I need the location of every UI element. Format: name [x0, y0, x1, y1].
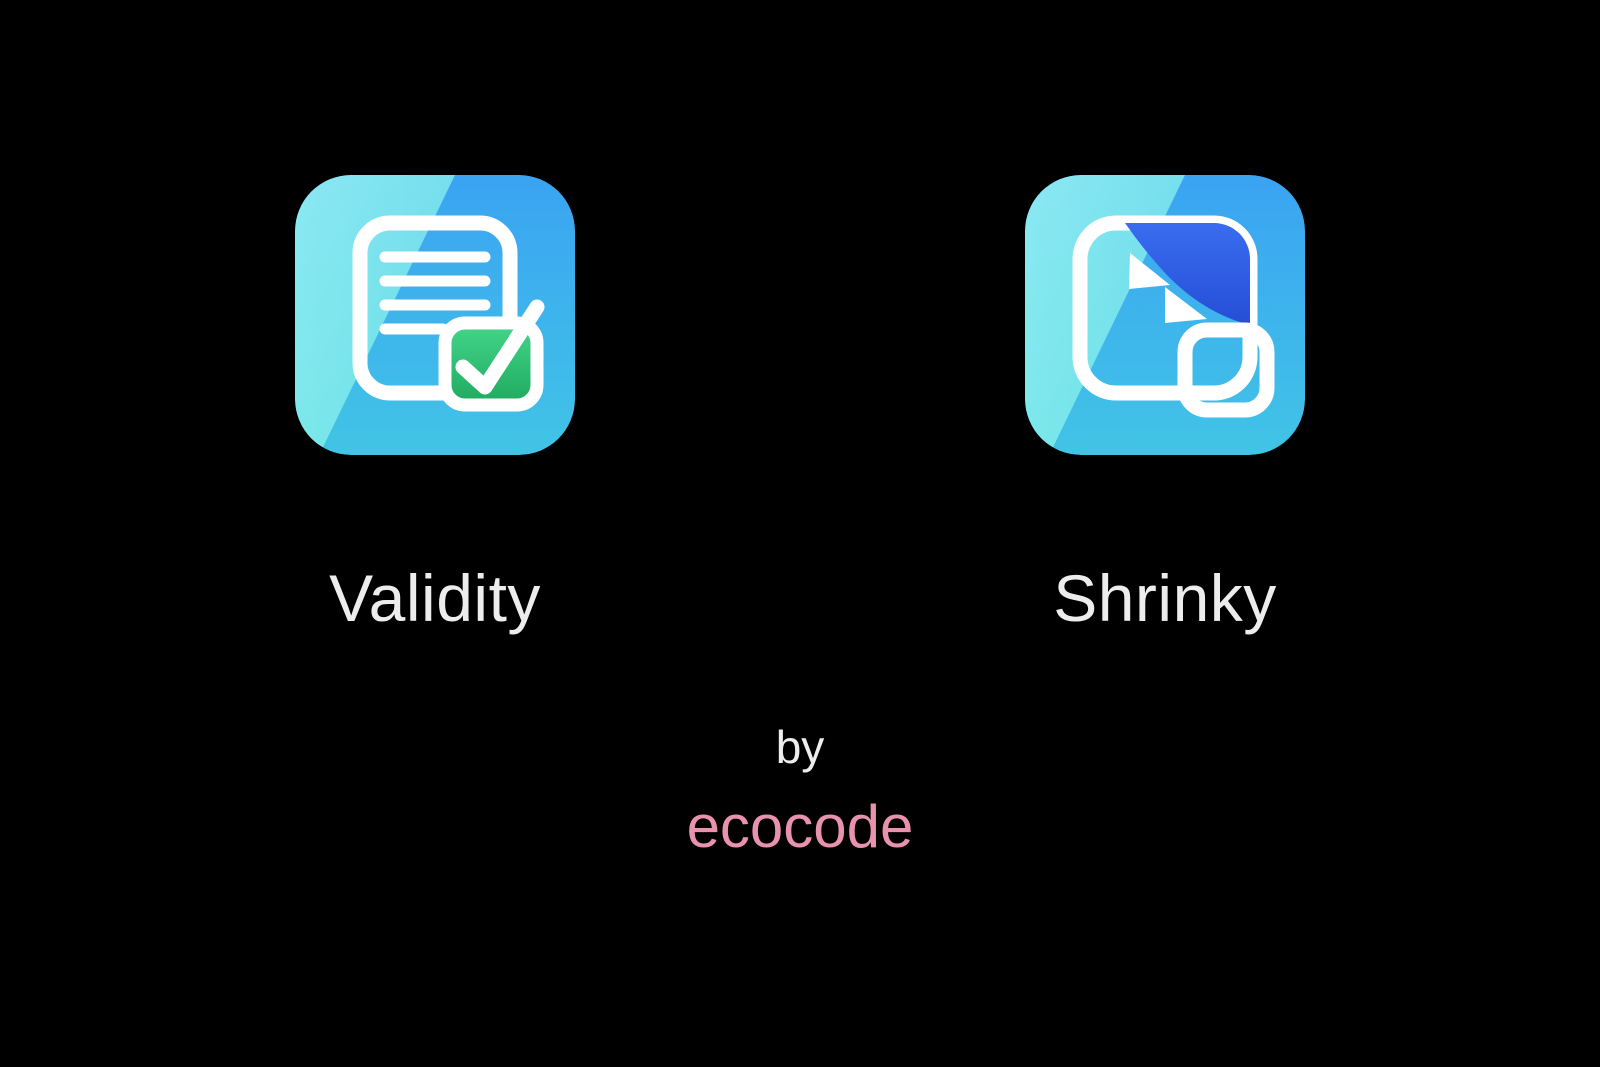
app-card-validity: Validity: [285, 175, 585, 636]
credit-block: by ecocode: [0, 720, 1600, 861]
credit-by: by: [0, 720, 1600, 774]
shrinky-icon: [1025, 175, 1305, 455]
app-label-validity: Validity: [329, 560, 541, 636]
credit-name: ecocode: [0, 792, 1600, 861]
app-card-shrinky: Shrinky: [1015, 175, 1315, 636]
validity-icon: [295, 175, 575, 455]
apps-row: Validity: [0, 175, 1600, 636]
app-label-shrinky: Shrinky: [1053, 560, 1277, 636]
stage: Validity: [0, 0, 1600, 1067]
